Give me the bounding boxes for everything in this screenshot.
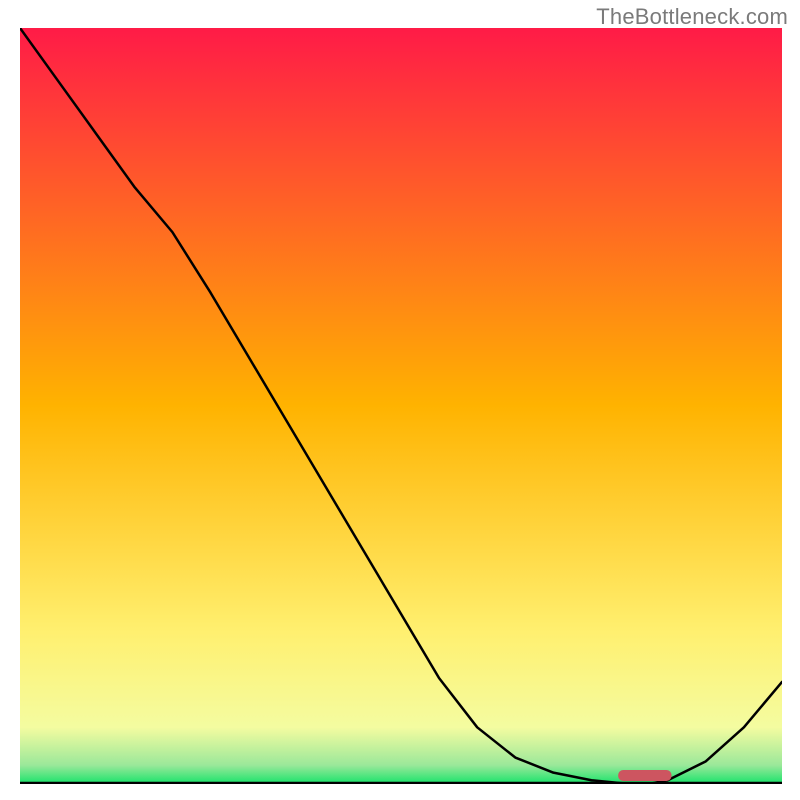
plot-area <box>20 28 782 784</box>
chart-svg <box>20 28 782 784</box>
watermark-text: TheBottleneck.com <box>596 4 788 30</box>
gradient-background <box>20 28 782 784</box>
baseline-marker <box>618 770 671 781</box>
chart-container: TheBottleneck.com <box>0 0 800 800</box>
